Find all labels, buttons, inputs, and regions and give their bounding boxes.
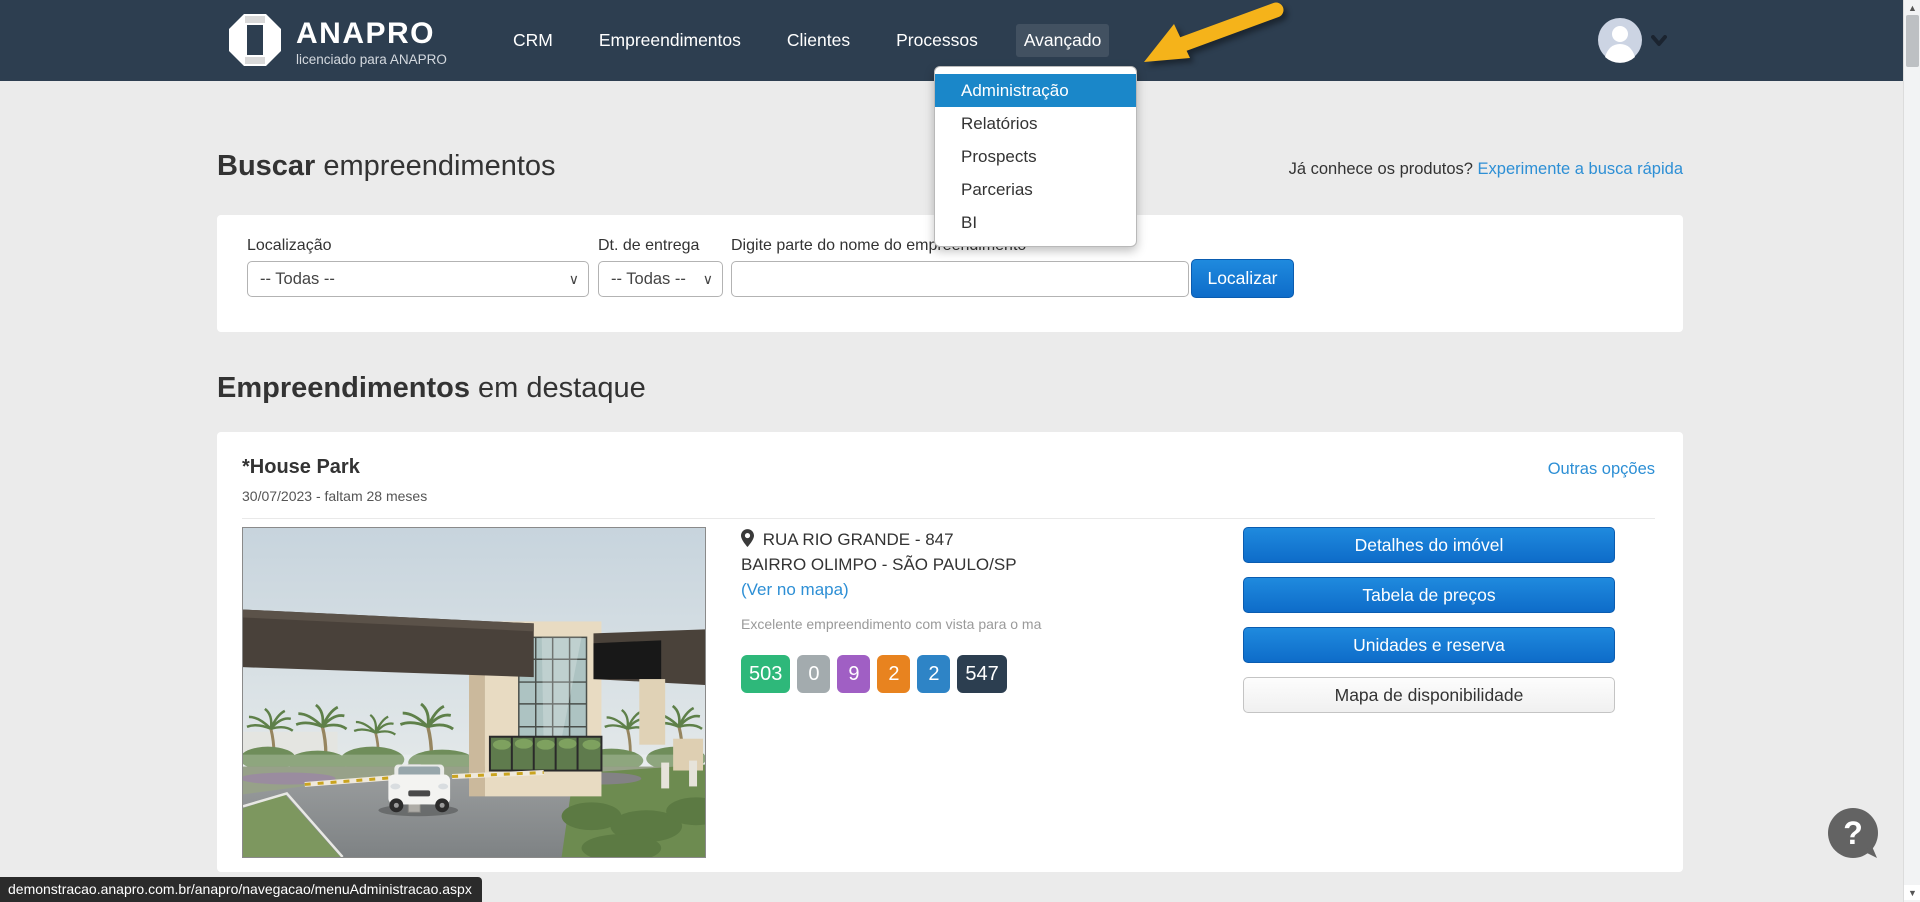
- property-image: [242, 527, 706, 858]
- address-line-2: BAIRRO OLIMPO - SÃO PAULO/SP: [741, 552, 1071, 577]
- nav-item-clientes[interactable]: Clientes: [779, 24, 858, 57]
- status-badge: 503: [741, 655, 790, 693]
- menu-item-parcerias[interactable]: Parcerias: [935, 173, 1136, 206]
- availability-map-button[interactable]: Mapa de disponibilidade: [1243, 677, 1615, 713]
- scroll-down-arrow-icon[interactable]: ▼: [1904, 885, 1920, 900]
- address-line-1: RUA RIO GRANDE - 847: [741, 527, 1071, 552]
- select-chevron-icon: ∨: [569, 262, 579, 296]
- page-scrollbar[interactable]: ▲ ▼: [1903, 0, 1920, 902]
- avancado-dropdown-menu: Administração Relatórios Prospects Parce…: [934, 66, 1137, 247]
- link-target-status-bar: demonstracao.anapro.com.br/anapro/navega…: [0, 877, 482, 902]
- help-button[interactable]: ?: [1825, 806, 1882, 863]
- status-badge: 9: [837, 655, 870, 693]
- scroll-up-arrow-icon[interactable]: ▲: [1904, 0, 1920, 15]
- localizar-button[interactable]: Localizar: [1191, 259, 1294, 298]
- delivery-date-select[interactable]: -- Todas -- ∨: [598, 261, 723, 297]
- brand-name: ANAPRO: [296, 18, 447, 50]
- featured-section-title: Empreendimentos em destaque: [217, 372, 646, 405]
- menu-item-relatorios[interactable]: Relatórios: [935, 107, 1136, 140]
- quick-search-promo: Já conhece os produtos? Experimente a bu…: [1289, 160, 1683, 183]
- delivery-date-label: Dt. de entrega: [598, 237, 699, 255]
- user-menu[interactable]: [1597, 17, 1667, 68]
- chevron-down-icon[interactable]: [1651, 34, 1667, 52]
- anapro-logo: ANAPRO licenciado para ANAPRO: [228, 13, 447, 72]
- nav-item-avancado[interactable]: Avançado: [1016, 24, 1110, 57]
- status-badge: 547: [957, 655, 1006, 693]
- avatar[interactable]: [1597, 17, 1643, 68]
- property-description: Excelente empreendimento com vista para …: [741, 616, 1071, 632]
- property-actions: Detalhes do imóvel Tabela de preços Unid…: [1243, 527, 1615, 713]
- units-reserve-button[interactable]: Unidades e reserva: [1243, 627, 1615, 663]
- property-delivery-info: 30/07/2023 - faltam 28 meses: [242, 488, 427, 504]
- menu-item-bi[interactable]: BI: [935, 206, 1136, 239]
- brand-subtitle: licenciado para ANAPRO: [296, 52, 447, 67]
- price-table-button[interactable]: Tabela de preços: [1243, 577, 1615, 613]
- property-card: *House Park 30/07/2023 - faltam 28 meses…: [217, 432, 1683, 872]
- other-options-link[interactable]: Outras opções: [1548, 460, 1655, 479]
- property-name: *House Park: [242, 456, 360, 479]
- anapro-octagon-icon: [228, 13, 282, 72]
- svg-text:?: ?: [1843, 815, 1863, 851]
- menu-item-administracao[interactable]: Administração: [935, 74, 1136, 107]
- see-on-map-link[interactable]: (Ver no mapa): [741, 580, 849, 599]
- menu-item-prospects[interactable]: Prospects: [935, 140, 1136, 173]
- unit-status-badges: 503 0 9 2 2 547: [741, 655, 1007, 693]
- scrollbar-thumb[interactable]: [1906, 15, 1919, 67]
- location-select[interactable]: -- Todas -- ∨: [247, 261, 589, 297]
- search-section-title: Buscar empreendimentos: [217, 150, 556, 183]
- nav-item-empreendimentos[interactable]: Empreendimentos: [591, 24, 749, 57]
- quick-search-link[interactable]: Experimente a busca rápida: [1478, 160, 1683, 178]
- nav-item-processos[interactable]: Processos: [888, 24, 986, 57]
- name-search-input[interactable]: [731, 261, 1189, 297]
- location-label: Localização: [247, 237, 332, 255]
- select-chevron-icon: ∨: [703, 262, 713, 296]
- status-badge: 2: [877, 655, 910, 693]
- status-badge: 2: [917, 655, 950, 693]
- status-badge: 0: [797, 655, 830, 693]
- nav-item-crm[interactable]: CRM: [505, 24, 561, 57]
- map-pin-icon: [741, 532, 759, 551]
- divider: [242, 518, 1655, 519]
- property-details-button[interactable]: Detalhes do imóvel: [1243, 527, 1615, 563]
